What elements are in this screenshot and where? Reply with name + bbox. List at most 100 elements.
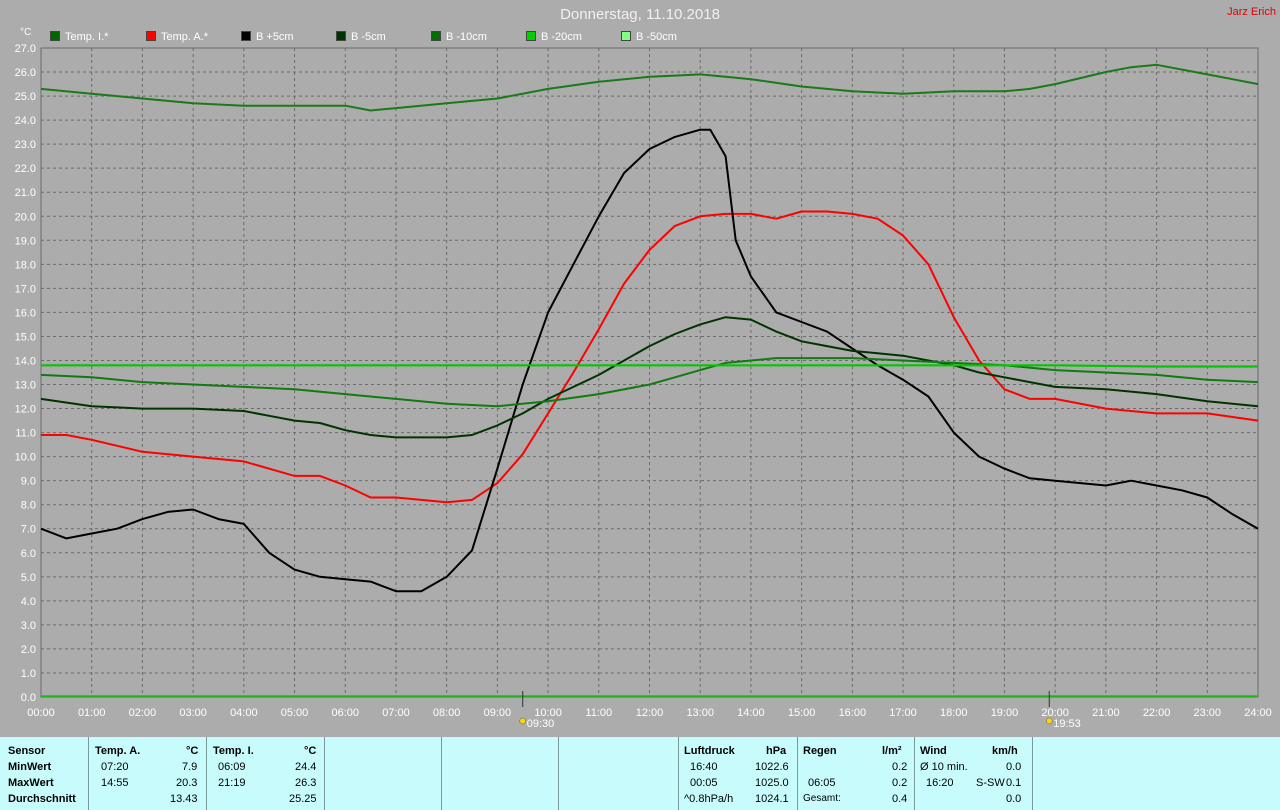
temp-a-max-val: 20.3 — [176, 777, 198, 789]
rain-total: 0.4 — [892, 793, 908, 805]
temp-a-min-time: 07:20 — [101, 761, 129, 773]
pressure-trend: ^0.8hPa/h — [684, 793, 734, 805]
x-tick-label: 18:00 — [940, 707, 968, 719]
wind-avg-label: Ø 10 min. — [920, 761, 968, 773]
author-label: Jarz Erich — [1227, 6, 1276, 18]
rain-val2: 0.2 — [892, 777, 908, 789]
pressure-min-val: 1022.6 — [755, 761, 789, 773]
y-tick-label: 4.0 — [21, 596, 36, 608]
chart-title: Donnerstag, 11.10.2018 — [560, 6, 720, 23]
divider — [88, 737, 89, 810]
y-tick-label: 15.0 — [15, 331, 36, 343]
row-label-min: MinWert — [8, 761, 52, 773]
x-tick-label: 09:00 — [484, 707, 512, 719]
y-axis-ticks: 0.0 1.0 2.0 3.0 4.0 5.0 6.0 7.0 8.0 9.0 10.0 11.0 12… — [15, 43, 36, 704]
legend-item[interactable]: B -50cm — [621, 31, 677, 43]
temp-i-min-val: 24.4 — [295, 761, 317, 773]
y-tick-label: 22.0 — [15, 163, 36, 175]
legend-item[interactable]: B +5cm — [241, 31, 294, 43]
pressure-header: Luftdruck — [684, 745, 735, 757]
x-tick-label: 24:00 — [1244, 707, 1272, 719]
x-tick-label: 22:00 — [1143, 707, 1171, 719]
temp-a-unit: °C — [186, 745, 199, 757]
pressure-max-time: 00:05 — [690, 777, 718, 789]
legend-swatch — [621, 31, 631, 41]
x-tick-label: 03:00 — [179, 707, 207, 719]
x-tick-label: 01:00 — [78, 707, 106, 719]
legend-swatch — [50, 31, 60, 41]
legend-item[interactable]: B -20cm — [526, 31, 582, 43]
legend-item[interactable]: B -10cm — [431, 31, 487, 43]
wind-avg-val: 0.0 — [1006, 761, 1022, 773]
x-tick-label: 15:00 — [788, 707, 816, 719]
y-tick-label: 7.0 — [21, 524, 36, 536]
x-tick-label: 13:00 — [686, 707, 714, 719]
temp-a-min-val: 7.9 — [182, 761, 198, 773]
y-tick-label: 10.0 — [15, 452, 36, 464]
y-tick-label: 20.0 — [15, 211, 36, 223]
temp-a-avg: 13.43 — [170, 793, 198, 805]
sensor-header: Sensor — [8, 745, 46, 757]
pressure-max-val: 1025.0 — [755, 777, 789, 789]
pressure-unit: hPa — [766, 745, 787, 757]
temp-i-max-time: 21:19 — [218, 777, 246, 789]
x-tick-label: 05:00 — [281, 707, 309, 719]
legend-swatch — [146, 31, 156, 41]
series-line-5 — [41, 364, 1258, 368]
x-tick-label: 12:00 — [636, 707, 664, 719]
sunset-time: 19:53 — [1053, 718, 1081, 730]
rain-time2: 06:05 — [808, 777, 836, 789]
temp-a-header: Temp. A. — [95, 745, 141, 757]
wind-unit: km/h — [992, 745, 1018, 757]
y-tick-label: 6.0 — [21, 548, 36, 560]
legend-item[interactable]: Temp. A.* — [146, 31, 208, 43]
temperature-chart: 0.0 1.0 2.0 3.0 4.0 5.0 6.0 7.0 8.0 9.0 10.0 11.0 12… — [15, 43, 1272, 730]
legend-swatch — [431, 31, 441, 41]
y-tick-label: 26.0 — [15, 67, 36, 79]
x-tick-label: 14:00 — [737, 707, 765, 719]
x-tick-label: 11:00 — [585, 707, 612, 719]
temp-a-max-time: 14:55 — [101, 777, 129, 789]
divider — [1032, 737, 1033, 810]
x-tick-label: 00:00 — [27, 707, 55, 719]
y-tick-label: 24.0 — [15, 115, 36, 127]
wind-val2: 0.1 — [1006, 777, 1022, 789]
x-tick-label: 19:00 — [991, 707, 1019, 719]
x-tick-label: 08:00 — [433, 707, 461, 719]
x-tick-label: 16:00 — [839, 707, 867, 719]
y-tick-label: 18.0 — [15, 259, 36, 271]
y-tick-label: 9.0 — [21, 476, 36, 488]
legend-item[interactable]: Temp. I.* — [50, 31, 108, 43]
temp-i-max-val: 26.3 — [295, 777, 317, 789]
x-tick-label: 23:00 — [1194, 707, 1222, 719]
x-tick-label: 17:00 — [889, 707, 917, 719]
legend-swatch — [336, 31, 346, 41]
wind-val3: 0.0 — [1006, 793, 1022, 805]
temp-i-unit: °C — [304, 745, 317, 757]
y-tick-label: 17.0 — [15, 283, 36, 295]
y-tick-label: 5.0 — [21, 572, 36, 584]
wind-dir: S-SW — [976, 777, 1005, 789]
divider — [206, 737, 207, 810]
pressure-current: 1024.1 — [755, 793, 789, 805]
chart-legend: Temp. I.* Temp. A.* B +5cm B -5cm B -10c… — [0, 31, 1280, 45]
y-tick-label: 12.0 — [15, 404, 36, 416]
y-tick-label: 8.0 — [21, 500, 36, 512]
sunrise-icon — [519, 717, 526, 725]
y-tick-label: 0.0 — [21, 692, 36, 704]
sunrise-time: 09:30 — [527, 718, 555, 730]
divider — [324, 737, 325, 810]
temp-i-min-time: 06:09 — [218, 761, 246, 773]
y-tick-label: 23.0 — [15, 139, 36, 151]
temp-i-avg: 25.25 — [289, 793, 317, 805]
y-tick-label: 16.0 — [15, 307, 36, 319]
legend-item[interactable]: B -5cm — [336, 31, 386, 43]
y-tick-label: 21.0 — [15, 187, 36, 199]
divider — [558, 737, 559, 810]
y-tick-label: 3.0 — [21, 620, 36, 632]
divider — [797, 737, 798, 810]
y-tick-label: 11.0 — [15, 428, 36, 440]
row-label-max: MaxWert — [8, 777, 54, 789]
rain-header: Regen — [803, 745, 837, 757]
wind-time2: 16:20 — [926, 777, 954, 789]
